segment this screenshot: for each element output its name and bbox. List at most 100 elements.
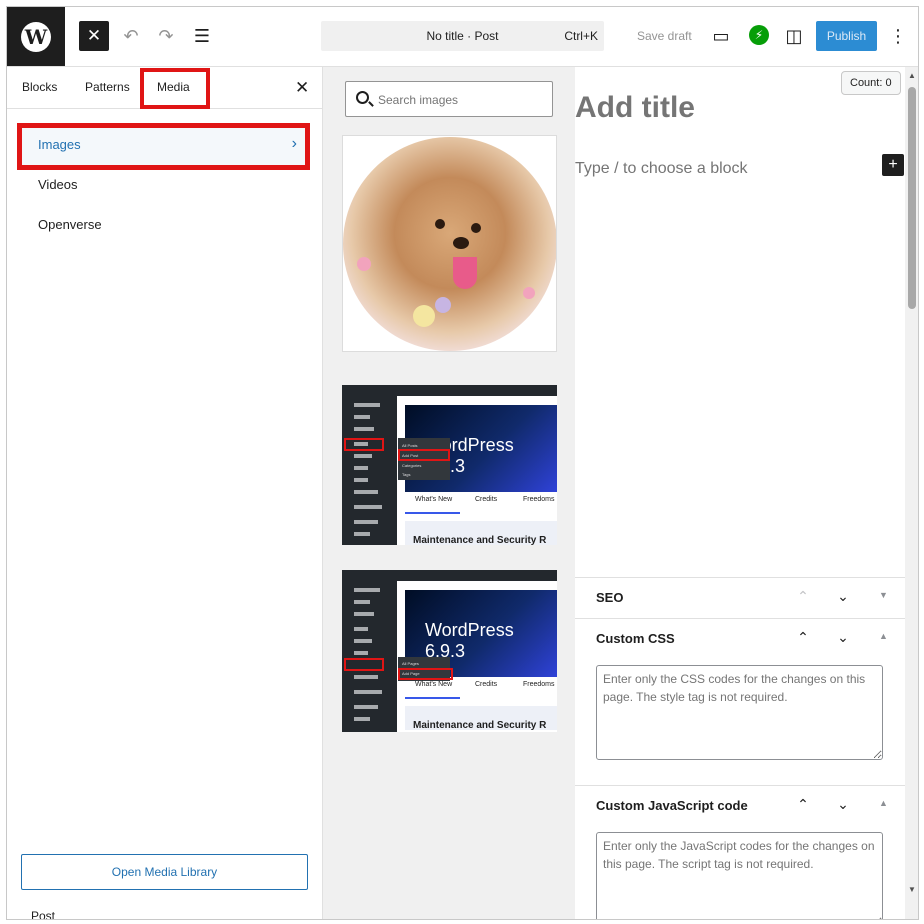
metabox-title[interactable]: Custom JavaScript code (596, 798, 748, 813)
breadcrumb-post[interactable]: Post (31, 909, 55, 919)
document-overview-button[interactable]: ☰ (191, 24, 213, 48)
open-media-library-button[interactable]: Open Media Library (21, 854, 308, 890)
sidebar-line (354, 454, 372, 458)
flower-decoration (523, 287, 535, 299)
editor-scrollbar[interactable]: ▲ ▼ (905, 67, 918, 919)
list-view-icon: ☰ (193, 26, 211, 46)
sidebar-line (354, 478, 368, 482)
move-down-button[interactable]: ⌄ (834, 588, 852, 605)
sidebar-line (354, 466, 368, 470)
dog-photo (343, 137, 556, 351)
wordpress-logo-button[interactable]: W (7, 7, 65, 66)
metabox-seo: SEO ⌃ ⌄ ▼ (575, 577, 905, 619)
toggle-panel-button[interactable]: ▲ (879, 631, 888, 641)
move-up-button[interactable]: ⌃ (794, 796, 812, 813)
sidebar-line (354, 532, 370, 536)
admin-bar-thumbnail (342, 570, 557, 581)
flyout-item: All Posts (402, 443, 418, 448)
move-up-button[interactable]: ⌃ (794, 629, 812, 646)
posts-highlight (344, 438, 384, 451)
post-title-input[interactable]: Add title (575, 91, 695, 125)
thumb-tab: Freedoms (523, 681, 555, 688)
options-button[interactable]: ⋮ (887, 24, 909, 48)
jetpack-button[interactable]: ⚡ (749, 25, 769, 45)
dog-nose (453, 237, 469, 249)
chevron-down-icon: ⌄ (837, 796, 849, 812)
dog-eye (435, 219, 445, 229)
publish-button[interactable]: Publish (816, 21, 877, 51)
add-post-highlight (398, 449, 450, 461)
tab-patterns[interactable]: Patterns (85, 80, 130, 94)
save-draft-button[interactable]: Save draft (637, 29, 692, 43)
metabox-title[interactable]: SEO (596, 590, 623, 605)
settings-sidebar-button[interactable]: ◫ (783, 24, 805, 48)
sidebar-line (354, 403, 380, 407)
sidebar-line (354, 717, 370, 721)
sidebar-line (354, 520, 378, 524)
redo-button[interactable]: ↷ (155, 24, 177, 48)
custom-css-textarea[interactable] (596, 665, 883, 760)
category-label: Videos (38, 177, 78, 192)
sidebar-line (354, 588, 380, 592)
media-item-dog-photo[interactable] (342, 135, 557, 352)
media-list-panel: Search images WordPress All Posts Add Po… (323, 67, 575, 919)
sidebar-line (354, 651, 368, 655)
sidebar-line (354, 490, 378, 494)
media-tab-highlight (140, 68, 210, 109)
preview-button[interactable]: ▭ (710, 24, 732, 48)
media-category-videos[interactable]: Videos (20, 165, 308, 205)
block-placeholder[interactable]: Type / to choose a block (575, 160, 748, 178)
pages-highlight (344, 658, 384, 671)
chevron-up-icon: ⌃ (797, 796, 809, 812)
chevron-up-icon: ⌃ (797, 629, 809, 645)
media-item-screenshot-pages[interactable]: WordPress 6.9.3 All Pages Add Page What'… (342, 570, 557, 732)
expand-icon: ▼ (879, 590, 888, 600)
editor-header: W ✕ ↶ ↷ ☰ No title · Post Ctrl+K Save dr… (7, 7, 918, 67)
move-down-button[interactable]: ⌄ (834, 629, 852, 646)
close-inserter-panel-button[interactable]: ✕ (295, 78, 309, 98)
flyout-item: Categories (402, 463, 422, 468)
metabox-title[interactable]: Custom CSS (596, 631, 675, 646)
collapse-icon: ▲ (879, 798, 888, 808)
plus-icon: + (888, 156, 898, 173)
scroll-down-arrow-icon[interactable]: ▼ (908, 885, 916, 894)
thumb-tab: Freedoms (523, 496, 555, 503)
hero-title: WordPress (425, 620, 514, 640)
close-icon: ✕ (86, 26, 102, 45)
move-up-button[interactable]: ⌃ (794, 588, 812, 605)
sidebar-line (354, 612, 374, 616)
sidebar-line (354, 690, 382, 694)
add-block-button[interactable]: + (882, 154, 904, 176)
tab-blocks[interactable]: Blocks (22, 80, 57, 94)
close-inserter-button[interactable]: ✕ (79, 21, 109, 51)
search-placeholder: Search images (378, 93, 459, 107)
chevron-up-icon: ⌃ (797, 588, 809, 604)
command-palette-button[interactable]: No title · Post Ctrl+K (321, 21, 604, 51)
scroll-up-arrow-icon[interactable]: ▲ (908, 71, 916, 80)
chevron-down-icon: ⌄ (837, 629, 849, 645)
sidebar-icon: ◫ (785, 26, 803, 46)
metabox-custom-css: Custom CSS ⌃ ⌄ ▲ (575, 618, 905, 786)
sidebar-line (354, 427, 374, 431)
toggle-panel-button[interactable]: ▲ (879, 798, 888, 808)
close-icon: ✕ (295, 78, 310, 97)
scrollbar-thumb[interactable] (908, 87, 916, 309)
undo-button[interactable]: ↶ (120, 24, 142, 48)
active-tab-underline (405, 512, 460, 514)
sidebar-line (354, 675, 378, 679)
desktop-icon: ▭ (712, 26, 730, 46)
document-title: No title · Post (426, 29, 499, 43)
thumb-tab: Credits (475, 496, 498, 503)
word-count-badge: Count: 0 (841, 71, 901, 95)
flyout-item: Tags (402, 472, 411, 477)
dog-eye (471, 223, 481, 233)
media-item-screenshot-posts[interactable]: WordPress 6.9.3 All Posts Add Post Categ… (342, 385, 557, 545)
sidebar-line (354, 600, 370, 604)
move-down-button[interactable]: ⌄ (834, 796, 852, 813)
jetpack-icon: ⚡ (754, 28, 764, 42)
custom-js-textarea[interactable] (596, 832, 883, 919)
toggle-panel-button[interactable]: ▼ (879, 590, 888, 600)
active-tab-underline (405, 697, 460, 699)
media-category-openverse[interactable]: Openverse (20, 205, 308, 245)
search-images-input[interactable]: Search images (345, 81, 553, 117)
